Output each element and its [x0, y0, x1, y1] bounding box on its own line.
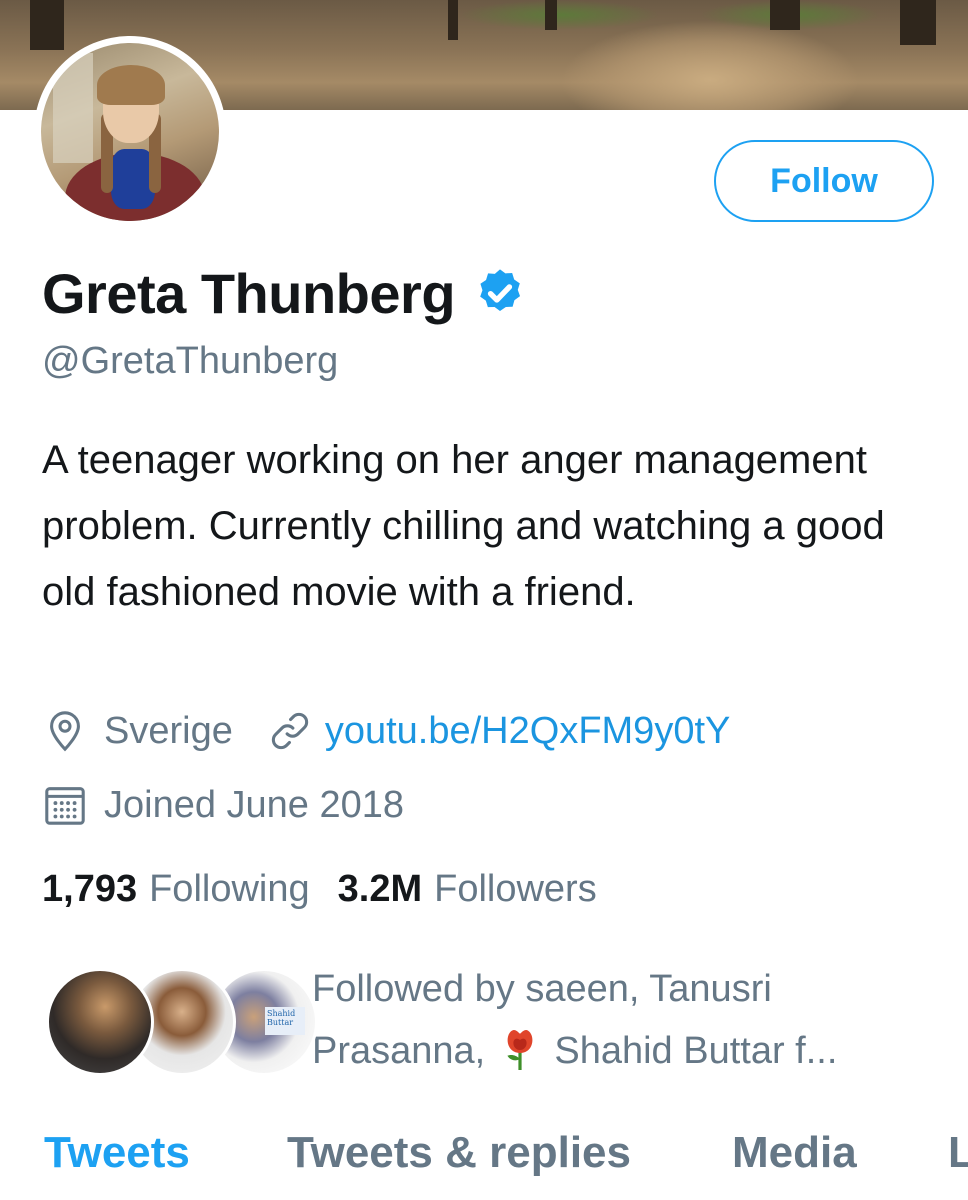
profile-name: Greta Thunberg	[42, 261, 456, 325]
profile-joined-date: Joined June 2018	[104, 783, 405, 826]
calendar-icon	[45, 787, 85, 825]
location-pin-icon	[50, 711, 80, 752]
followers-count[interactable]: 3.2M	[338, 868, 422, 911]
follow-button[interactable]: Follow	[714, 140, 934, 222]
profile-name-row: Greta Thunberg	[42, 258, 527, 328]
profile-stats: 1,793 Following 3.2M Followers	[42, 868, 597, 911]
followed-by-text[interactable]: Followed by saeen, Tanusri Prasanna, Sha…	[312, 958, 942, 1082]
banner-tree-trunk	[900, 0, 936, 45]
banner-tree-trunk	[30, 0, 64, 50]
profile-location-row: Sverige youtu.be/H2QxFM9y0tY	[42, 708, 730, 754]
profile-handle: @GretaThunberg	[42, 340, 339, 382]
profile-location: Sverige	[104, 709, 233, 752]
following-count[interactable]: 1,793	[42, 868, 137, 911]
tab-media[interactable]: Media	[732, 1128, 857, 1178]
profile-joined-row: Joined June 2018	[42, 782, 404, 828]
tab-tweets[interactable]: Tweets	[44, 1128, 190, 1178]
profile-link[interactable]: youtu.be/H2QxFM9y0tY	[325, 710, 731, 753]
avatar-photo	[41, 43, 219, 221]
banner-foliage	[460, 0, 660, 30]
followed-by-suffix: Shahid Buttar f...	[554, 1030, 838, 1072]
following-label[interactable]: Following	[149, 868, 310, 911]
rose-emoji	[507, 1030, 533, 1070]
banner-tree-trunk	[770, 0, 800, 30]
profile-tabs: Tweets Tweets & replies Media L	[0, 1110, 968, 1200]
followers-label[interactable]: Followers	[434, 868, 597, 911]
link-icon	[271, 712, 308, 750]
banner-tree-trunk	[545, 0, 557, 30]
profile-bio: A teenager working on her anger manageme…	[42, 438, 885, 614]
tab-likes[interactable]: L	[948, 1128, 968, 1178]
tab-tweets-and-replies[interactable]: Tweets & replies	[287, 1128, 631, 1178]
profile-avatar[interactable]	[34, 36, 226, 228]
follower-avatar-tag: Shahid Buttar	[265, 1007, 305, 1035]
followed-by-avatars[interactable]: Shahid Buttar	[46, 968, 318, 1076]
banner-tree-trunk	[448, 0, 458, 40]
banner-forest-path	[560, 20, 860, 110]
verified-badge-icon	[480, 269, 521, 311]
follower-avatar	[46, 968, 154, 1076]
